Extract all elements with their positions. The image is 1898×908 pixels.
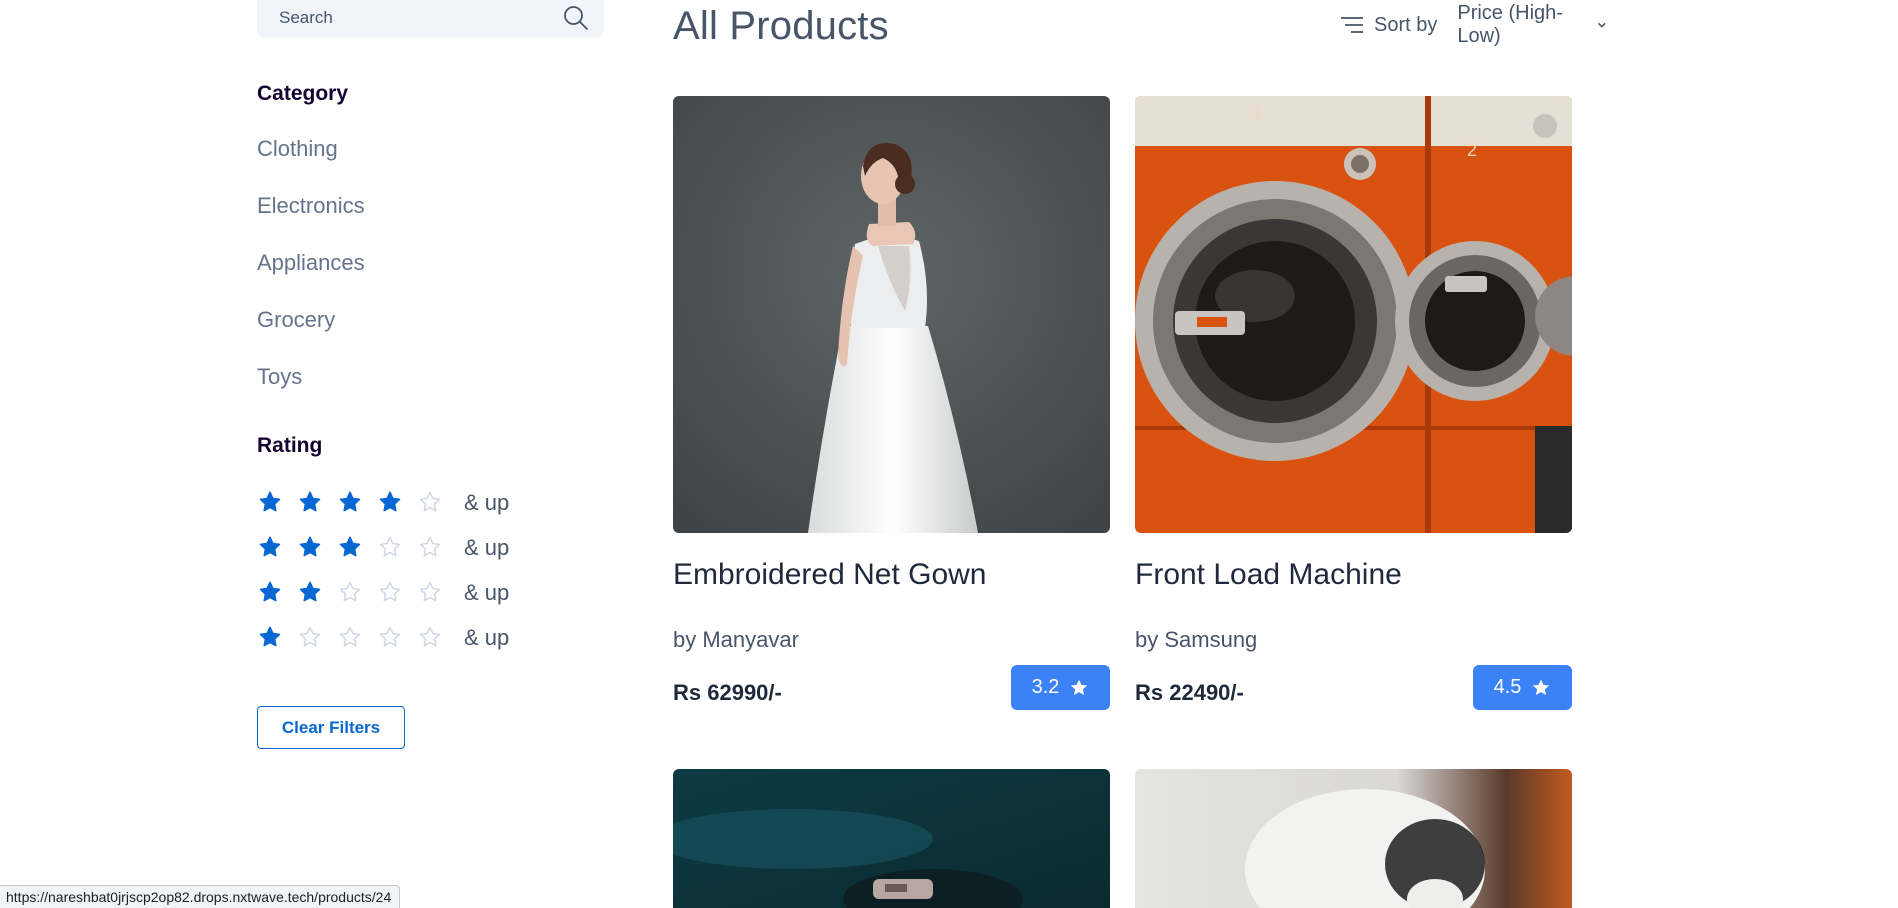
product-card[interactable] (1135, 769, 1572, 908)
product-image[interactable]: 1 2 (1135, 96, 1572, 533)
rating-option-label: & up (464, 534, 510, 560)
star-filled-icon (337, 535, 377, 561)
category-item-clothing[interactable]: Clothing (257, 134, 365, 191)
search-box (257, 0, 604, 38)
rating-stars (257, 535, 457, 561)
star-filled-icon (257, 490, 297, 516)
chevron-down-icon (1597, 22, 1606, 28)
product-image[interactable] (1135, 769, 1572, 908)
rating-badge: 4.5 (1473, 665, 1572, 710)
star-filled-icon (257, 625, 297, 651)
star-filled-icon (257, 580, 297, 606)
sort-selected-value: Price (High-Low) (1457, 2, 1563, 47)
sort-label: Sort by (1374, 13, 1438, 36)
sort-lines-icon (1341, 17, 1363, 33)
rating-stars (257, 580, 457, 606)
star-empty-icon (337, 625, 377, 651)
category-item-grocery[interactable]: Grocery (257, 305, 365, 362)
page-title: All Products (673, 4, 889, 48)
category-item-appliances[interactable]: Appliances (257, 248, 365, 305)
product-image[interactable] (673, 96, 1110, 533)
star-filled-icon (297, 580, 337, 606)
product-brand: by Samsung (1135, 627, 1258, 652)
star-empty-icon (377, 580, 417, 606)
sort-select[interactable]: Price (High-Low) (1457, 2, 1607, 48)
star-empty-icon (417, 580, 457, 606)
product-card[interactable]: Embroidered Net Gown by Manyavar Rs 6299… (673, 96, 1110, 716)
rating-stars (257, 625, 457, 651)
category-item-toys[interactable]: Toys (257, 362, 365, 419)
rating-option-4[interactable]: & up (257, 480, 509, 525)
star-empty-icon (377, 535, 417, 561)
product-card[interactable]: 1 2 Front Load Machine by Samsung Rs 224… (1135, 96, 1572, 716)
svg-text:1: 1 (1253, 104, 1263, 124)
product-card[interactable] (673, 769, 1110, 908)
star-icon (1071, 679, 1088, 695)
star-filled-icon (257, 535, 297, 561)
rating-stars (257, 490, 457, 516)
rating-option-label: & up (464, 624, 510, 650)
star-filled-icon (377, 490, 417, 516)
category-list: Clothing Electronics Appliances Grocery … (257, 134, 365, 419)
star-empty-icon (417, 535, 457, 561)
star-empty-icon (297, 625, 337, 651)
rating-option-2[interactable]: & up (257, 570, 509, 615)
status-bar-url: https://nareshbat0jrjscp2op82.drops.nxtw… (0, 885, 401, 908)
search-input[interactable] (279, 0, 562, 38)
star-icon (1533, 679, 1550, 695)
star-empty-icon (417, 625, 457, 651)
category-item-electronics[interactable]: Electronics (257, 191, 365, 248)
star-filled-icon (337, 490, 377, 516)
sort-control: Sort by Price (High-Low) (1340, 2, 1607, 47)
rating-option-label: & up (464, 579, 510, 605)
star-empty-icon (337, 580, 377, 606)
product-image[interactable] (673, 769, 1110, 908)
product-price: Rs 62990/- (673, 680, 782, 705)
svg-text:2: 2 (1467, 140, 1477, 160)
product-brand: by Manyavar (673, 627, 799, 652)
rating-value: 4.5 (1493, 676, 1522, 698)
dark-teal-product-photo (673, 769, 1110, 908)
bridal-gown-photo (673, 96, 1110, 533)
star-filled-icon (297, 490, 337, 516)
product-price: Rs 22490/- (1135, 680, 1244, 705)
product-title[interactable]: Front Load Machine (1135, 558, 1402, 592)
rating-option-label: & up (464, 489, 510, 515)
rating-filter-list: & up & up & up & up (257, 480, 509, 660)
washing-machines-photo: 1 2 (1135, 96, 1572, 533)
rating-option-3[interactable]: & up (257, 525, 509, 570)
rating-option-1[interactable]: & up (257, 615, 509, 660)
rating-badge: 3.2 (1011, 665, 1110, 710)
star-filled-icon (297, 535, 337, 561)
rating-value: 3.2 (1031, 676, 1060, 698)
rating-heading: Rating (257, 434, 323, 457)
white-object-photo (1135, 769, 1572, 908)
product-title[interactable]: Embroidered Net Gown (673, 558, 986, 592)
clear-filters-button[interactable]: Clear Filters (257, 706, 405, 749)
star-empty-icon (377, 625, 417, 651)
search-icon[interactable] (562, 4, 590, 32)
star-empty-icon (417, 490, 457, 516)
category-heading: Category (257, 82, 349, 105)
